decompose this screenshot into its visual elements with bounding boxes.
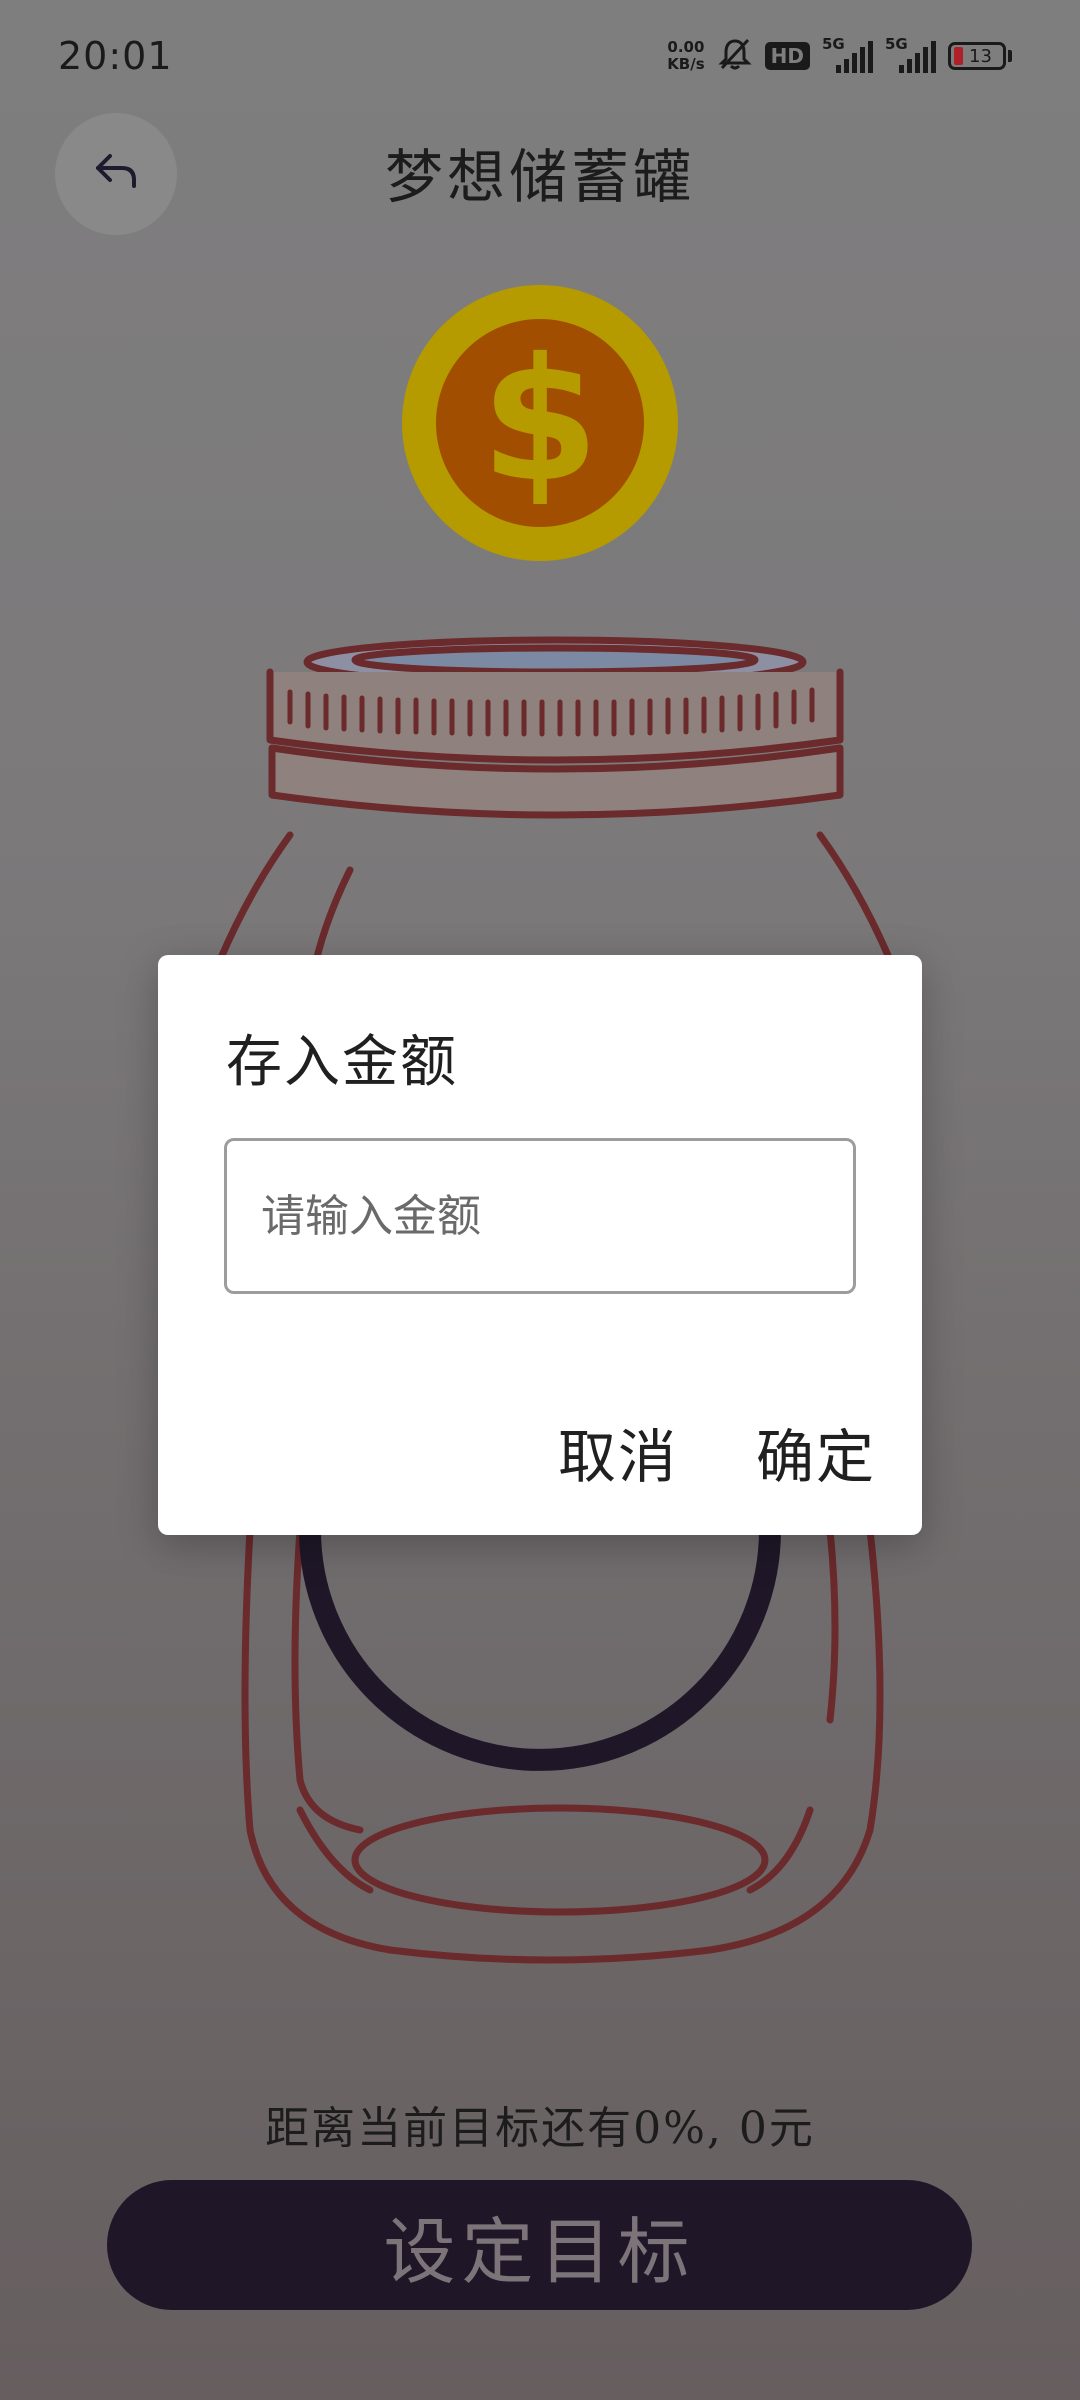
status-bar: 20:01 0.00 KB/s HD 5G 5G 13	[0, 0, 1080, 110]
battery-icon: 13	[948, 42, 1012, 70]
mute-bell-icon	[717, 36, 753, 76]
hd-icon: HD	[764, 42, 810, 70]
net-speed-indicator: 0.00 KB/s	[667, 39, 704, 73]
confirm-button[interactable]: 确定	[756, 1410, 876, 1494]
net-speed-value: 0.00	[667, 38, 705, 56]
progress-text: 距离当前目标还有0%, 0元	[265, 2103, 815, 2154]
signal-2-label: 5G	[885, 35, 908, 53]
deposit-dialog: 存入金额 取消 确定	[158, 955, 922, 1535]
signal-icon: 5G	[822, 35, 873, 73]
amount-input[interactable]	[224, 1138, 856, 1294]
status-time: 20:01	[58, 34, 173, 78]
signal-1-label: 5G	[822, 35, 845, 53]
dollar-coin-icon: $	[400, 283, 680, 563]
dialog-title: 存入金额	[226, 1030, 458, 1095]
net-speed-unit: KB/s	[667, 55, 705, 73]
set-goal-button[interactable]: 设定目标	[107, 2180, 972, 2310]
signal-icon: 5G	[885, 35, 936, 73]
cancel-button[interactable]: 取消	[558, 1410, 678, 1494]
page-title: 梦想储蓄罐	[384, 143, 695, 211]
battery-level: 13	[969, 45, 992, 67]
status-icons: 0.00 KB/s HD 5G 5G 13	[667, 35, 1012, 76]
svg-text:$: $	[481, 322, 599, 520]
